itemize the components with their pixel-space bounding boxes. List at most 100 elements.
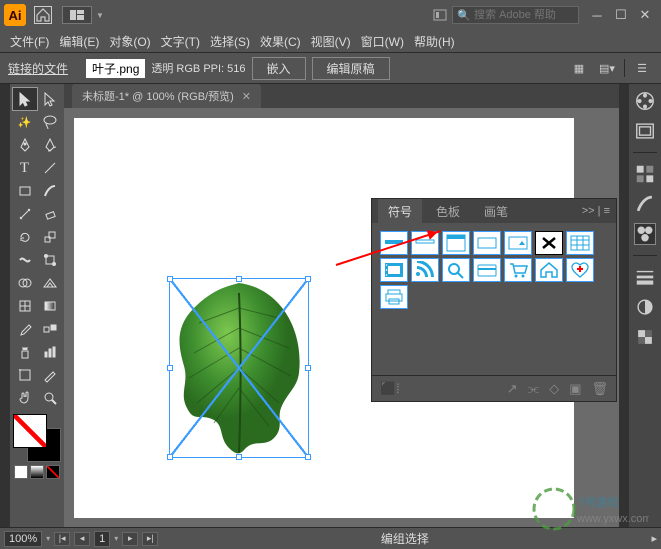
search-input[interactable] [474,9,574,21]
gradient-panel-icon[interactable] [634,296,656,318]
close-button[interactable]: ✕ [633,3,657,27]
page-chevron-icon[interactable]: ▾ [114,534,118,543]
sync-icon[interactable] [432,7,448,23]
menu-effect[interactable]: 效果(C) [260,33,301,50]
menu-select[interactable]: 选择(S) [210,33,250,50]
brush-tool[interactable] [38,180,62,202]
color-guide-icon[interactable] [634,120,656,142]
last-page-button[interactable]: ▸| [142,532,158,546]
zoom-tool[interactable] [38,387,62,409]
symbol-close[interactable] [535,231,563,255]
blend-tool[interactable] [38,318,62,340]
break-link-icon[interactable]: ⫘ [527,381,539,397]
slice-tool[interactable] [38,364,62,386]
delete-symbol-icon[interactable]: 🗑 [591,381,608,397]
grid-icon[interactable]: ▦ [568,57,590,79]
mesh-tool[interactable] [13,295,37,317]
symbol-search[interactable] [442,258,470,282]
menu-view[interactable]: 视图(V) [311,33,351,50]
libraries-icon[interactable]: ⬛⁞ [380,381,400,397]
symbol-heart-plus[interactable] [566,258,594,282]
type-tool[interactable]: T [13,157,37,179]
symbol-sprayer-tool[interactable] [13,341,37,363]
selection-tool[interactable] [13,88,37,110]
graph-tool[interactable] [38,341,62,363]
symbol-film[interactable] [380,258,408,282]
symbol-options-icon[interactable]: ◇ [549,381,559,397]
symbol-bar-4[interactable] [473,231,501,255]
selection-bbox[interactable] [169,278,309,458]
symbol-cart[interactable] [504,258,532,282]
next-page-button[interactable]: ▸ [122,532,138,546]
chevron-down-icon[interactable]: ▼ [96,11,104,20]
direct-selection-tool[interactable] [38,88,62,110]
artboard-tool[interactable] [13,364,37,386]
symbol-rss[interactable] [411,258,439,282]
right-dock [629,84,661,527]
menu-window[interactable]: 窗口(W) [361,33,404,50]
swatches-panel-icon[interactable] [634,163,656,185]
new-symbol-icon[interactable]: ▣ [569,381,581,397]
brushes-panel-icon[interactable] [634,193,656,215]
rotate-tool[interactable] [13,226,37,248]
magic-wand-tool[interactable]: ✨ [13,111,37,133]
rectangle-tool[interactable] [13,180,37,202]
prev-page-button[interactable]: ◂ [74,532,90,546]
edit-original-button[interactable]: 编辑原稿 [312,57,390,80]
menu-help[interactable]: 帮助(H) [414,33,455,50]
lasso-tool[interactable] [38,111,62,133]
status-menu-icon[interactable]: ▸ [651,532,657,545]
eyedropper-tool[interactable] [13,318,37,340]
stroke-panel-icon[interactable] [634,266,656,288]
fill-stroke-swatch[interactable] [13,414,61,462]
symbol-calendar[interactable] [566,231,594,255]
color-mode-switches[interactable] [14,465,60,479]
status-label: 编组选择 [162,530,647,547]
panel-tab-swatches[interactable]: 色板 [426,199,470,224]
hand-tool[interactable] [13,387,37,409]
eraser-tool[interactable] [38,203,62,225]
free-transform-tool[interactable] [38,249,62,271]
minimize-button[interactable]: ─ [585,3,609,27]
place-symbol-icon[interactable]: ↗ [507,381,518,397]
menu-object[interactable]: 对象(O) [109,33,150,50]
symbol-print[interactable] [380,285,408,309]
close-tab-icon[interactable]: ✕ [242,90,251,103]
zoom-level[interactable]: 100% [4,531,42,547]
color-panel-icon[interactable] [634,90,656,112]
symbol-bar-3[interactable] [442,231,470,255]
symbols-panel-icon[interactable] [634,223,656,245]
control-label[interactable]: 链接的文件 [8,60,68,77]
workspace-switcher[interactable] [62,6,92,24]
menu-file[interactable]: 文件(F) [10,33,49,50]
gradient-tool[interactable] [38,295,62,317]
page-number[interactable]: 1 [94,531,110,547]
home-icon[interactable] [34,6,52,24]
symbol-dropdown[interactable] [504,231,532,255]
curvature-tool[interactable] [38,134,62,156]
maximize-button[interactable]: ☐ [609,3,633,27]
width-tool[interactable] [13,249,37,271]
document-tab[interactable]: 未标题-1* @ 100% (RGB/预览) ✕ [72,84,261,108]
panel-tab-brushes[interactable]: 画笔 [474,199,518,224]
scale-tool[interactable] [38,226,62,248]
align-icon[interactable]: ▤▾ [596,57,618,79]
panel-menu-icon[interactable]: >> | ≡ [582,205,610,217]
symbols-panel[interactable]: 符号 色板 画笔 >> | ≡ ⬛⁞ ↗ ⫘ ◇ ▣ 🗑 [371,198,617,402]
pen-tool[interactable] [13,134,37,156]
symbol-home[interactable] [535,258,563,282]
list-icon[interactable]: ☰ [631,57,653,79]
line-tool[interactable] [38,157,62,179]
search-box[interactable]: 🔍 [452,6,579,24]
symbol-card[interactable] [473,258,501,282]
transparency-panel-icon[interactable] [634,326,656,348]
menu-type[interactable]: 文字(T) [161,33,200,50]
panel-tab-symbols[interactable]: 符号 [378,199,422,224]
shape-builder-tool[interactable] [13,272,37,294]
first-page-button[interactable]: |◂ [54,532,70,546]
shaper-tool[interactable] [13,203,37,225]
perspective-tool[interactable] [38,272,62,294]
menu-edit[interactable]: 编辑(E) [59,33,99,50]
embed-button[interactable]: 嵌入 [252,57,306,80]
zoom-chevron-icon[interactable]: ▾ [46,534,50,543]
